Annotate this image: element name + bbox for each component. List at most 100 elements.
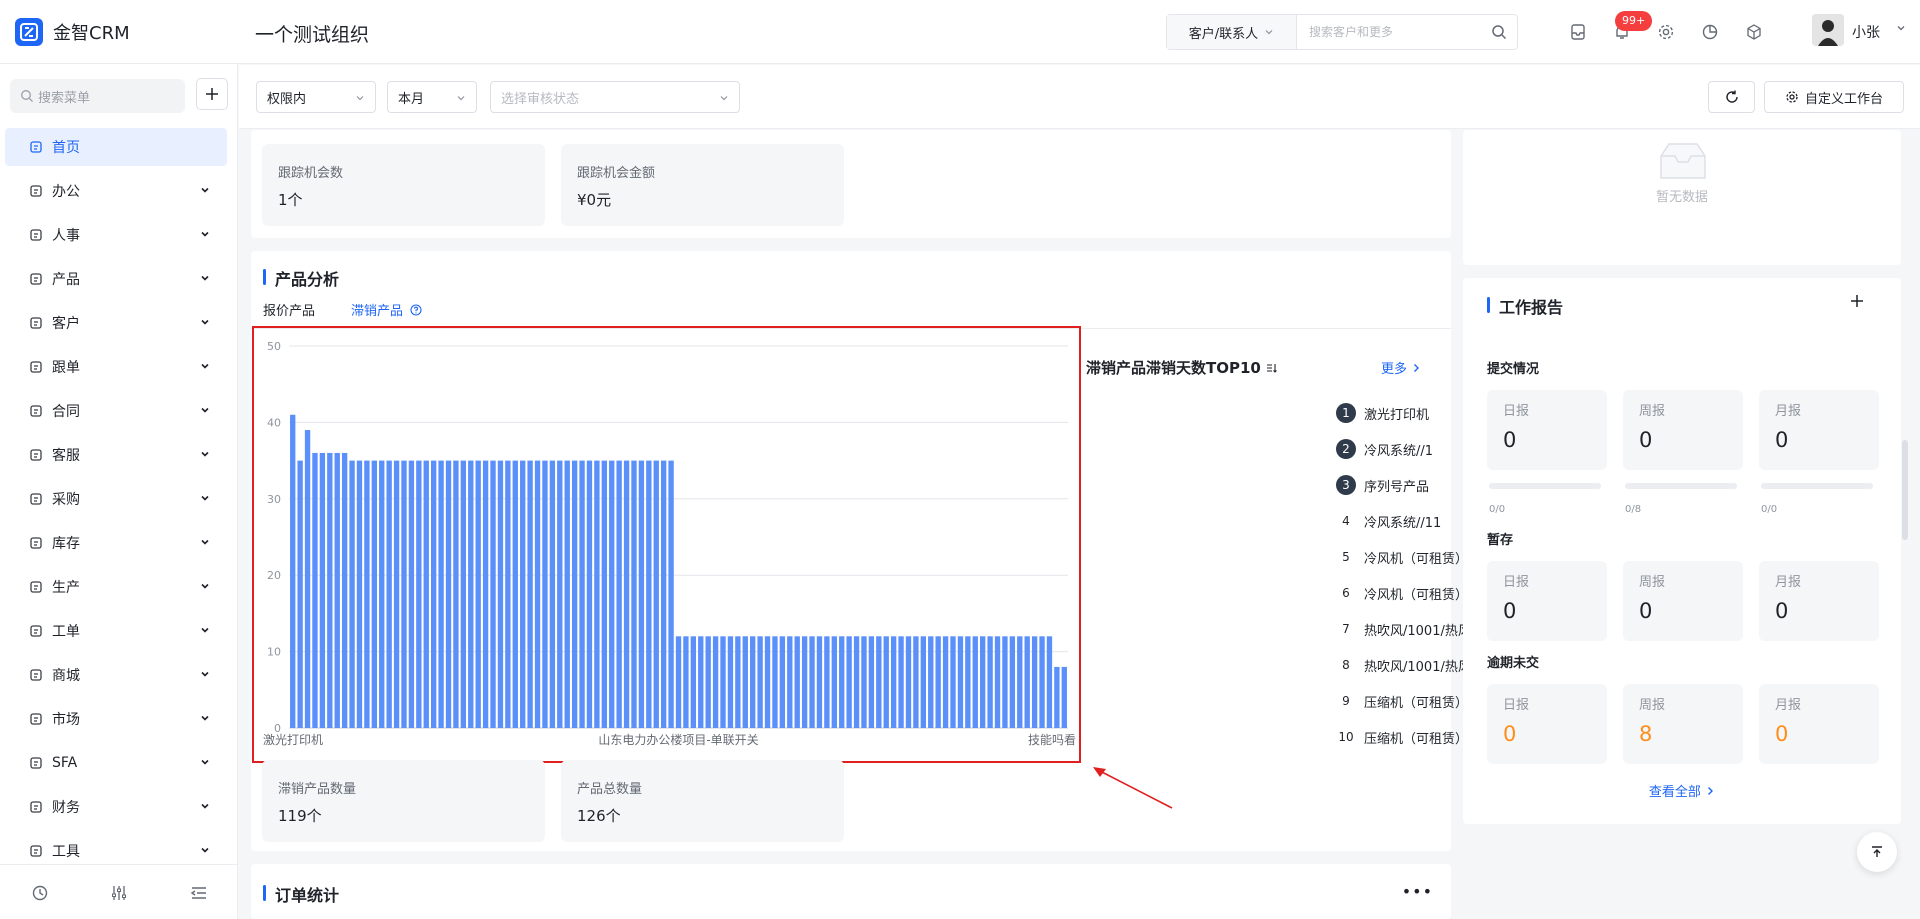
collapse-menu-icon[interactable] bbox=[189, 883, 209, 903]
sidebar-item-label: 市场 bbox=[52, 712, 80, 728]
avatar[interactable] bbox=[1812, 14, 1844, 46]
tab-quoted-products[interactable]: 报价产品 bbox=[263, 300, 315, 319]
inbox-icon[interactable] bbox=[1566, 20, 1590, 44]
rank-product-name: 热吹风/1001/热风 bbox=[1364, 624, 1471, 639]
ranking-more-link[interactable]: 更多 bbox=[1381, 358, 1421, 377]
sidebar-item-6[interactable]: 合同 bbox=[5, 392, 227, 430]
sidebar-item-1[interactable]: 办公 bbox=[5, 172, 227, 210]
sidebar-item-5[interactable]: 跟单 bbox=[5, 348, 227, 386]
daily-label: 日报 bbox=[1503, 404, 1530, 419]
tools-icon bbox=[28, 843, 44, 859]
draft-weekly[interactable]: 周报 0 bbox=[1623, 561, 1743, 641]
product-analysis-title: 产品分析 bbox=[263, 266, 339, 290]
daily-progress-bar bbox=[1489, 483, 1601, 489]
sidebar-item-label: 人事 bbox=[52, 228, 80, 244]
chevron-down-icon bbox=[201, 671, 209, 677]
empty-box-icon bbox=[1660, 143, 1706, 179]
period-select[interactable]: 本月 bbox=[387, 81, 477, 113]
sidebar-item-4[interactable]: 客户 bbox=[5, 304, 227, 342]
highlight-box bbox=[252, 326, 1081, 763]
sidebar-item-label: 合同 bbox=[52, 404, 80, 420]
sidebar-item-label: 商城 bbox=[52, 668, 80, 684]
total-count-value: 126个 bbox=[577, 807, 621, 825]
sidebar-item-label: 工具 bbox=[52, 844, 80, 860]
sidebar-item-9[interactable]: 库存 bbox=[5, 524, 227, 562]
help-icon[interactable] bbox=[410, 304, 422, 316]
back-to-top-button[interactable] bbox=[1857, 832, 1897, 872]
add-report-icon[interactable] bbox=[1848, 292, 1866, 314]
sidebar-item-12[interactable]: 商城 bbox=[5, 656, 227, 694]
view-all-link[interactable]: 查看全部 bbox=[1463, 781, 1901, 800]
rank-number: 4 bbox=[1342, 514, 1350, 528]
chevron-down-icon bbox=[201, 539, 209, 545]
sidebar-item-15[interactable]: 财务 bbox=[5, 788, 227, 826]
order-stats-title: 订单统计 bbox=[263, 882, 339, 906]
username[interactable]: 小张 bbox=[1852, 22, 1880, 42]
search-icon[interactable] bbox=[1481, 15, 1517, 49]
gear-icon[interactable] bbox=[1654, 20, 1678, 44]
chevron-down-icon bbox=[201, 803, 209, 809]
pie-chart-icon[interactable] bbox=[1698, 20, 1722, 44]
rank-number: 8 bbox=[1342, 658, 1350, 672]
sidebar-item-8[interactable]: 采购 bbox=[5, 480, 227, 518]
search-type-select[interactable]: 客户/联系人 bbox=[1167, 15, 1297, 49]
ticket-icon bbox=[28, 623, 44, 639]
chevron-down-icon bbox=[201, 187, 209, 193]
weekly-label: 周报 bbox=[1639, 404, 1666, 419]
menu-search-placeholder: 搜索菜单 bbox=[38, 90, 91, 106]
more-options-icon[interactable]: ••• bbox=[1402, 882, 1433, 901]
sidebar-item-13[interactable]: 市场 bbox=[5, 700, 227, 738]
org-title[interactable]: 一个测试组织 bbox=[255, 20, 369, 47]
history-icon[interactable] bbox=[30, 883, 50, 903]
overdue-monthly[interactable]: 月报 0 bbox=[1759, 684, 1879, 764]
add-button[interactable] bbox=[196, 78, 228, 110]
chevron-right-icon bbox=[1708, 787, 1714, 795]
empty-text: 暂无数据 bbox=[1655, 190, 1708, 205]
tab-slow-moving-products[interactable]: 滞销产品 bbox=[351, 300, 422, 319]
weekly-progress-bar bbox=[1625, 483, 1737, 489]
sidebar-item-3[interactable]: 产品 bbox=[5, 260, 227, 298]
submit-monthly[interactable]: 月报 0 bbox=[1759, 390, 1879, 470]
empty-card: 暂无数据 bbox=[1463, 130, 1901, 265]
sidebar-item-10[interactable]: 生产 bbox=[5, 568, 227, 606]
overdue-daily[interactable]: 日报 0 bbox=[1487, 684, 1607, 764]
refresh-button[interactable] bbox=[1708, 81, 1755, 113]
overdue-weekly-value: 8 bbox=[1639, 722, 1653, 746]
submit-daily[interactable]: 日报 0 bbox=[1487, 390, 1607, 470]
sidebar: 搜索菜单 首页办公人事产品客户跟单合同客服采购库存生产工单商城市场 SFA 财务工具 bbox=[0, 64, 238, 919]
draft-daily[interactable]: 日报 0 bbox=[1487, 561, 1607, 641]
search-input[interactable] bbox=[1297, 15, 1481, 49]
purchase-icon bbox=[28, 491, 44, 507]
sidebar-item-11[interactable]: 工单 bbox=[5, 612, 227, 650]
scrollbar-thumb[interactable] bbox=[1902, 440, 1908, 540]
total-count-stat: 产品总数量 126个 bbox=[561, 760, 844, 842]
submit-daily-value: 0 bbox=[1503, 428, 1517, 452]
sidebar-item-0[interactable]: 首页 bbox=[5, 128, 227, 166]
scope-select[interactable]: 权限内 bbox=[256, 81, 376, 113]
chevron-down-icon bbox=[201, 231, 209, 237]
chevron-down-icon[interactable] bbox=[1895, 22, 1907, 34]
sidebar-item-7[interactable]: 客服 bbox=[5, 436, 227, 474]
sidebar-item-2[interactable]: 人事 bbox=[5, 216, 227, 254]
draft-monthly[interactable]: 月报 0 bbox=[1759, 561, 1879, 641]
sort-icon[interactable] bbox=[1266, 362, 1278, 374]
rank-product-name: 热吹风/1001/热风 bbox=[1364, 660, 1471, 675]
logo[interactable]: 金智CRM bbox=[15, 18, 130, 46]
people-icon bbox=[28, 227, 44, 243]
customize-workbench-button[interactable]: 自定义工作台 bbox=[1764, 81, 1904, 113]
chevron-down-icon bbox=[1265, 30, 1273, 35]
audit-status-select[interactable]: 选择审核状态 bbox=[490, 81, 740, 113]
total-count-label: 产品总数量 bbox=[577, 782, 643, 797]
submit-weekly[interactable]: 周报 0 bbox=[1623, 390, 1743, 470]
sliders-icon[interactable] bbox=[109, 883, 129, 903]
finance-icon bbox=[28, 799, 44, 815]
sidebar-item-14[interactable]: SFA bbox=[5, 744, 227, 782]
menu-search[interactable]: 搜索菜单 bbox=[10, 79, 185, 113]
cube-icon[interactable] bbox=[1742, 20, 1766, 44]
draft-monthly-value: 0 bbox=[1775, 599, 1789, 623]
overdue-weekly[interactable]: 周报 8 bbox=[1623, 684, 1743, 764]
customer-icon bbox=[28, 315, 44, 331]
scope-value: 权限内 bbox=[267, 91, 307, 107]
follow-icon bbox=[28, 359, 44, 375]
office-icon bbox=[28, 183, 44, 199]
